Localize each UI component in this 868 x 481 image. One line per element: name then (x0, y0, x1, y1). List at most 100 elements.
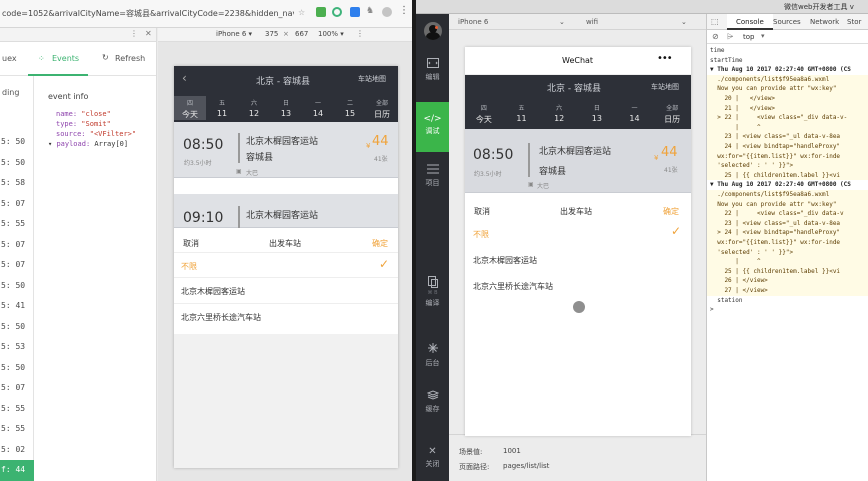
tab-sources[interactable]: Sources (773, 18, 801, 26)
star-icon[interactable]: ☆ (298, 8, 305, 17)
console-output: time startTime ▼ Thu Aug 10 2017 02:27:40 … (707, 46, 868, 481)
trip-card[interactable]: 08:50 约3.5小时 北京木樨园客运站 容城县 ▣ 大巴 ¥ 44 41张 (174, 122, 398, 178)
chevron-down-icon[interactable]: ▾ (761, 32, 765, 40)
confirm-button[interactable]: 确定 (663, 206, 679, 217)
date-tab[interactable]: 二 15 (334, 96, 366, 120)
payload-row[interactable]: ▾ payload: Array[0] (48, 139, 156, 149)
confirm-button[interactable]: 确定 (372, 238, 388, 249)
back-icon[interactable]: ‹ (182, 71, 187, 85)
date-tab[interactable]: 六 12 (238, 96, 270, 120)
date-weekday: 日 (593, 105, 600, 112)
address-bar[interactable]: code=1052&arrivalCityName=容城县&arrivalCit… (0, 0, 412, 28)
event-row[interactable]: 5: 07 (0, 235, 34, 256)
event-row[interactable]: 5: 55 (0, 214, 34, 235)
refresh-button[interactable]: ↻ Refresh (100, 42, 156, 76)
date-tab[interactable]: 四今天 (465, 101, 503, 127)
date-tab[interactable]: 一 14 (616, 101, 654, 127)
event-row[interactable]: 5: 50 (0, 153, 34, 174)
bus-icon: ▣ (236, 168, 242, 175)
more-icon[interactable]: ⋮ (130, 29, 138, 38)
menu-icon[interactable]: ⋮ (399, 5, 409, 16)
project-button[interactable]: 项目 (416, 164, 449, 188)
chevron-down-icon[interactable]: ⌄ (559, 18, 565, 26)
currency: ¥ (366, 142, 371, 150)
context-select[interactable]: top (743, 33, 754, 41)
extension-icon[interactable] (316, 7, 326, 17)
event-row[interactable]: 5: 55 (0, 399, 34, 420)
date-tab[interactable]: 日 13 (578, 101, 616, 127)
device-select[interactable]: iPhone 6 ▾ (216, 30, 252, 38)
date-tab[interactable]: 四今天 (174, 96, 206, 120)
date-tab[interactable]: 全部 日历 (366, 96, 398, 120)
event-row[interactable]: 5: 50 (0, 276, 34, 297)
event-row[interactable]: 5: 55 (0, 419, 34, 440)
event-row[interactable]: 5: 07 (0, 194, 34, 215)
clear-icon[interactable]: ⊘ (712, 32, 719, 41)
cancel-button[interactable]: 取消 (183, 238, 199, 249)
tab-network[interactable]: Network (810, 18, 839, 26)
date-day: 今天 (475, 115, 492, 124)
option-station[interactable]: 北京六里桥长途汽车站 (174, 304, 398, 330)
network-select[interactable]: wifi (586, 18, 598, 26)
avatar[interactable] (424, 22, 442, 40)
date-tab[interactable]: 五 11 (206, 96, 238, 120)
background-button[interactable]: 后台 (416, 342, 449, 368)
route-title: 北京 - 容城县 (256, 77, 310, 87)
console-toolbar: ⊘ ⩥ top ▾ (707, 30, 868, 44)
tab-storage[interactable]: Stor (847, 18, 861, 26)
date-tab[interactable]: 日 13 (270, 96, 302, 120)
tab-events[interactable]: ⁘ Events (28, 42, 88, 76)
chevron-down-icon[interactable]: ⌄ (681, 18, 687, 26)
trip-card[interactable]: 09:10 北京木樨园客运站 (174, 194, 398, 228)
more-icon[interactable]: ••• (657, 53, 673, 64)
station-map-link[interactable]: 车站地图 (358, 74, 386, 84)
event-row[interactable]: 5: 53 (0, 337, 34, 358)
station-picker-sheet: 取消 出发车站 确定 不限 ✓ 北京木樨园客运站 北京六里桥长途汽车站 (174, 230, 398, 334)
option-any[interactable]: 不限 ✓ (174, 252, 398, 278)
date-weekday: 六 (556, 105, 563, 112)
vue-devtools-icon[interactable] (332, 7, 342, 17)
trip-card[interactable]: 08:50 约3.5小时 北京木樨园客运站 容城县 ▣ 大巴 ¥ 44 41张 (465, 129, 691, 193)
inspect-icon[interactable]: ⬚ (711, 17, 719, 26)
editor-button[interactable]: 编辑 (416, 58, 449, 82)
debug-button[interactable]: </> 调试 (416, 102, 449, 152)
extension-icon[interactable] (350, 7, 360, 17)
cancel-button[interactable]: 取消 (474, 206, 490, 217)
option-any[interactable]: 不限 ✓ (465, 221, 691, 245)
event-row[interactable]: f: 44 (0, 460, 34, 481)
close-button[interactable]: ✕ 关闭 (416, 446, 449, 469)
device-select[interactable]: iPhone 6 (458, 18, 488, 26)
date-strip: 四今天 五 11 六 12 日 13 一 14 二 15 全部 日历 (174, 94, 398, 122)
extension-icon[interactable] (382, 7, 392, 17)
compile-button[interactable]: ⌘ B 编译 (416, 276, 449, 308)
date-tab[interactable]: 一 14 (302, 96, 334, 120)
extension-icon[interactable]: ♞ (366, 6, 374, 16)
event-row[interactable]: 5: 50 (0, 132, 34, 153)
station-map-link[interactable]: 车站地图 (651, 82, 679, 92)
tab-vuex[interactable]: uex (2, 54, 17, 63)
height-input[interactable]: 667 (295, 30, 308, 38)
date-tab[interactable]: 五 11 (503, 101, 541, 127)
date-tab[interactable]: 六 12 (540, 101, 578, 127)
width-input[interactable]: 375 (265, 30, 278, 38)
event-row[interactable]: 5: 07 (0, 378, 34, 399)
event-row[interactable]: 5: 02 (0, 440, 34, 461)
path-label: 页面路径: (459, 463, 490, 471)
date-tab[interactable]: 全部 日历 (653, 101, 691, 127)
option-station[interactable]: 北京六里桥长途汽车站 (465, 273, 691, 297)
event-row[interactable]: 5: 58 (0, 173, 34, 194)
events-icon: ⁘ (38, 54, 45, 63)
option-station[interactable]: 北京木樨园客运站 (174, 278, 398, 304)
option-station[interactable]: 北京木樨园客运站 (465, 247, 691, 271)
event-row[interactable]: 5: 50 (0, 317, 34, 338)
more-icon[interactable]: ⋮ (356, 29, 364, 38)
close-icon[interactable]: ✕ (145, 29, 152, 38)
event-row[interactable]: 5: 07 (0, 255, 34, 276)
filter-icon[interactable]: ⩥ (727, 32, 733, 42)
event-row[interactable]: 5: 50 (0, 358, 34, 379)
url-text[interactable]: code=1052&arrivalCityName=容城县&arrivalCit… (2, 8, 294, 19)
date-day: 14 (629, 114, 640, 123)
event-row[interactable]: 5: 41 (0, 296, 34, 317)
zoom-select[interactable]: 100% ▾ (318, 30, 344, 38)
cache-button[interactable]: 缓存 (416, 390, 449, 414)
